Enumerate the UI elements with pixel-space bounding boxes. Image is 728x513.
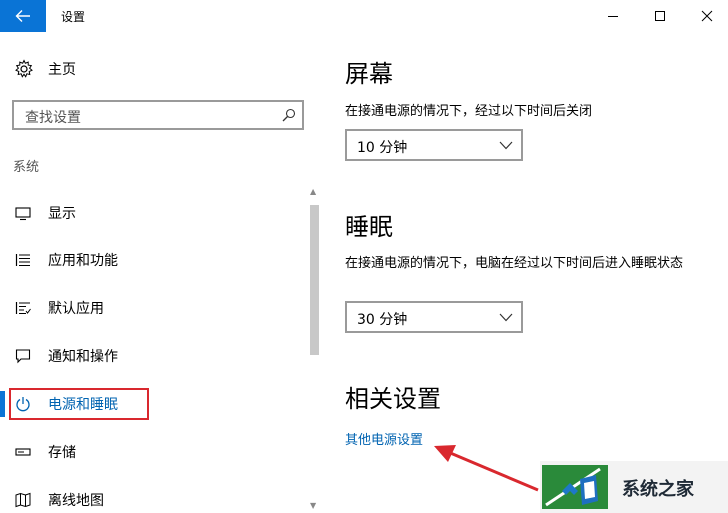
scroll-up-icon[interactable]: ▲	[310, 187, 316, 196]
red-highlight-box	[9, 388, 149, 420]
sidebar-item-notifications[interactable]: 通知和操作	[14, 344, 118, 368]
watermark-text: 系统之家	[622, 479, 694, 500]
search-input[interactable]: 查找设置	[12, 100, 304, 130]
screen-section-title: 屏幕	[345, 60, 393, 88]
monitor-icon	[15, 207, 31, 221]
maximize-button[interactable]	[637, 0, 683, 32]
nav-home-label: 主页	[48, 62, 76, 78]
gear-icon	[15, 59, 33, 78]
speech-bubble-icon	[15, 349, 31, 364]
sidebar-item-default-apps[interactable]: 默认应用	[14, 296, 104, 320]
search-placeholder: 查找设置	[25, 110, 81, 126]
minimize-icon	[608, 16, 618, 17]
screen-description: 在接通电源的情况下，经过以下时间后关闭	[345, 104, 593, 119]
sidebar-item-label: 显示	[48, 206, 76, 222]
sleep-timeout-select[interactable]: 30 分钟	[345, 301, 523, 333]
back-arrow-icon	[15, 10, 30, 22]
drive-icon	[15, 448, 31, 456]
list-check-icon	[15, 302, 31, 315]
sidebar-item-label: 默认应用	[48, 301, 104, 317]
navigation-pane: 主页 查找设置 系统 显示 应用和功能 默认应用 通知和操作 电源和睡眠 存储 …	[0, 32, 322, 513]
related-settings-title: 相关设置	[345, 385, 441, 413]
annotation-arrow	[434, 445, 539, 492]
sidebar-item-label: 离线地图	[48, 493, 104, 509]
sidebar-item-apps[interactable]: 应用和功能	[14, 248, 118, 272]
close-icon	[701, 10, 713, 22]
chevron-down-icon	[499, 141, 513, 150]
sleep-section-title: 睡眠	[345, 213, 393, 241]
other-power-settings-link[interactable]: 其他电源设置	[345, 429, 423, 448]
sidebar-item-storage[interactable]: 存储	[14, 440, 76, 464]
watermark-logo	[542, 465, 608, 509]
screen-timeout-select[interactable]: 10 分钟	[345, 129, 523, 161]
scroll-down-icon[interactable]: ▼	[310, 501, 316, 510]
close-button[interactable]	[684, 0, 728, 32]
sleep-description: 在接通电源的情况下，电脑在经过以下时间后进入睡眠状态	[345, 256, 684, 271]
screen-timeout-value: 10 分钟	[357, 140, 408, 156]
minimize-button[interactable]	[590, 0, 636, 32]
scrollbar-thumb[interactable]	[310, 205, 319, 355]
nav-group-label: 系统	[13, 160, 40, 175]
sidebar-item-label: 存储	[48, 445, 76, 461]
window-title: 设置	[61, 10, 86, 24]
list-icon	[15, 254, 30, 267]
maximize-icon	[655, 11, 665, 21]
nav-scrollbar[interactable]: ▲ ▼	[309, 187, 319, 513]
back-button[interactable]	[0, 0, 46, 32]
sidebar-item-label: 通知和操作	[48, 349, 118, 365]
search-icon	[282, 108, 296, 122]
sleep-timeout-value: 30 分钟	[357, 312, 408, 328]
active-indicator	[0, 391, 5, 417]
sidebar-item-offline-maps[interactable]: 离线地图	[14, 488, 104, 512]
title-bar: 设置	[0, 0, 728, 32]
chevron-down-icon	[499, 313, 513, 322]
map-icon	[15, 492, 31, 508]
nav-home[interactable]: 主页	[14, 57, 76, 81]
sidebar-item-label: 应用和功能	[48, 253, 118, 269]
watermark: 系统之家	[540, 461, 728, 513]
sidebar-item-display[interactable]: 显示	[14, 201, 76, 225]
